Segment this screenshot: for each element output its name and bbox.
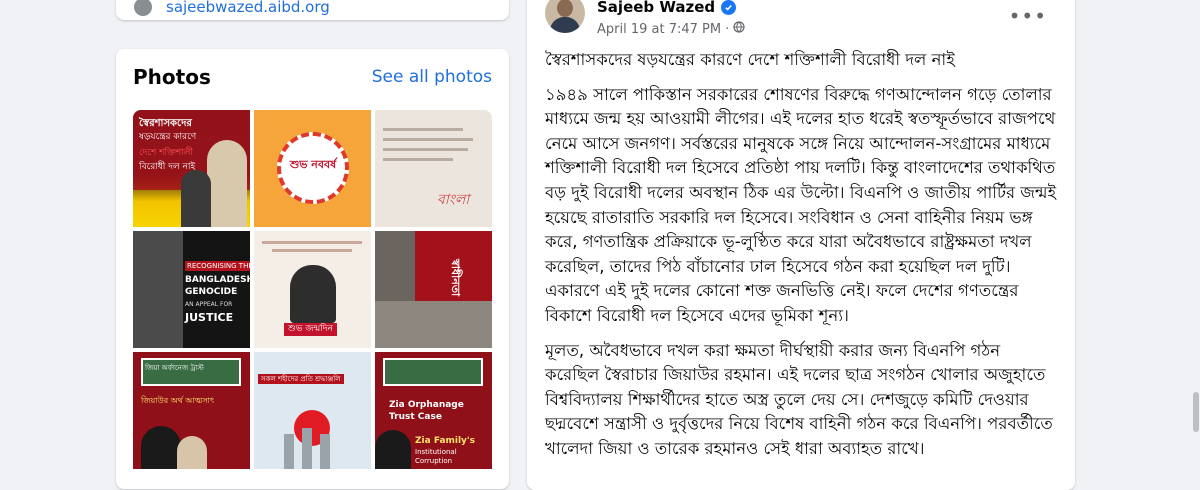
verified-badge-icon (721, 0, 737, 15)
photos-card: Photos See all photos স্বৈরশাসকদের ষড়যন… (116, 49, 509, 489)
globe-icon (134, 0, 152, 16)
author-header: Sajeeb Wazed (597, 0, 737, 16)
photo-tile-2[interactable]: শুভ নববর্ষ (254, 110, 371, 227)
photo-tile-7[interactable]: জিয়া অর্ফানেজ ট্রাস্ট জিয়াউর অর্থ আত্ম… (133, 352, 250, 469)
tile-9-line1: Zia Orphanage (389, 400, 464, 410)
tile-4-line2: BANGLADESH (185, 275, 250, 285)
tile-9-line5: Corruption (415, 457, 453, 465)
tile-3-text: বাংলা (437, 192, 470, 208)
post-paragraph-1: স্বৈরশাসকদের ষড়যন্ত্রের কারণে দেশে শক্ত… (545, 50, 955, 69)
see-all-photos-link[interactable]: See all photos (372, 67, 492, 87)
photos-title: Photos (133, 65, 211, 89)
tile-2-text: শুভ নববর্ষ (289, 158, 337, 171)
tile-4-line5: JUSTICE (185, 311, 234, 324)
tile-6-text: স্বাধীনতা (449, 259, 463, 297)
photo-tile-4[interactable]: RECOGNISING THE BANGLADESH GENOCIDE AN A… (133, 231, 250, 348)
meta-separator: · (725, 21, 730, 37)
tile-9-line2: Trust Case (389, 412, 442, 422)
website-link[interactable]: sajeebwazed.aibd.org (134, 0, 330, 16)
tile-5-line1: শুভ জন্মদিন (284, 323, 337, 336)
tile-1-line2: ষড়যন্ত্রের কারণে (139, 132, 197, 142)
photo-tile-9[interactable]: Zia Orphanage Trust Case Zia Family's In… (375, 352, 492, 469)
author-avatar[interactable] (545, 0, 585, 33)
public-globe-icon (733, 21, 745, 37)
photo-tile-6[interactable]: স্বাধীনতা (375, 231, 492, 348)
tile-4-line1: RECOGNISING THE (185, 261, 250, 272)
scrollbar-thumb[interactable] (1193, 392, 1199, 432)
post-body: স্বৈরশাসকদের ষড়যন্ত্রের কারণে দেশে শক্ত… (545, 48, 1057, 472)
post-paragraph-2: ১৯৪৯ সালে পাকিস্তান সরকারের শোষণের বিরুদ… (545, 84, 1057, 325)
portrait-figure (290, 265, 336, 323)
post-date[interactable]: April 19 at 7:47 PM (597, 22, 721, 37)
photo-tile-5[interactable]: শুভ জন্মদিন (254, 231, 371, 348)
author-name[interactable]: Sajeeb Wazed (597, 0, 715, 16)
portrait-figure (207, 140, 247, 227)
tile-1-line1: স্বৈরশাসকদের (139, 118, 192, 129)
tile-8-line1: সকল শহীদের প্রতি শ্রদ্ধাঞ্জলি (258, 374, 344, 385)
post-card: Sajeeb Wazed April 19 at 7:47 PM · ••• স… (527, 0, 1075, 490)
tile-4-line3: GENOCIDE (185, 287, 238, 297)
tile-9-line4: Institutional (415, 448, 457, 456)
photo-tile-1[interactable]: স্বৈরশাসকদের ষড়যন্ত্রের কারণে দেশে শক্ত… (133, 110, 250, 227)
more-options-icon[interactable]: ••• (1009, 4, 1047, 28)
website-text[interactable]: sajeebwazed.aibd.org (166, 0, 330, 16)
post-paragraph-3: মূলত, অবৈধভাবে দখল করা ক্ষমতা দীর্ঘস্থায… (545, 340, 1053, 458)
intro-card: sajeebwazed.aibd.org (116, 0, 509, 20)
post-meta: April 19 at 7:47 PM · (597, 21, 745, 37)
photo-tile-8[interactable]: সকল শহীদের প্রতি শ্রদ্ধাঞ্জলি (254, 352, 371, 469)
tile-7-line1: জিয়া অর্ফানেজ ট্রাস্ট (145, 364, 204, 372)
tile-1-line3: দেশে শক্তিশালী (139, 148, 194, 158)
photos-grid: স্বৈরশাসকদের ষড়যন্ত্রের কারণে দেশে শক্ত… (133, 110, 492, 469)
tile-9-line3: Zia Family's (415, 436, 476, 446)
portrait-figure (181, 170, 211, 227)
tile-7-line2: জিয়াউর অর্থ আত্মসাৎ (141, 396, 215, 405)
tile-4-line4: AN APPEAL FOR (185, 301, 233, 308)
photo-tile-3[interactable]: বাংলা (375, 110, 492, 227)
